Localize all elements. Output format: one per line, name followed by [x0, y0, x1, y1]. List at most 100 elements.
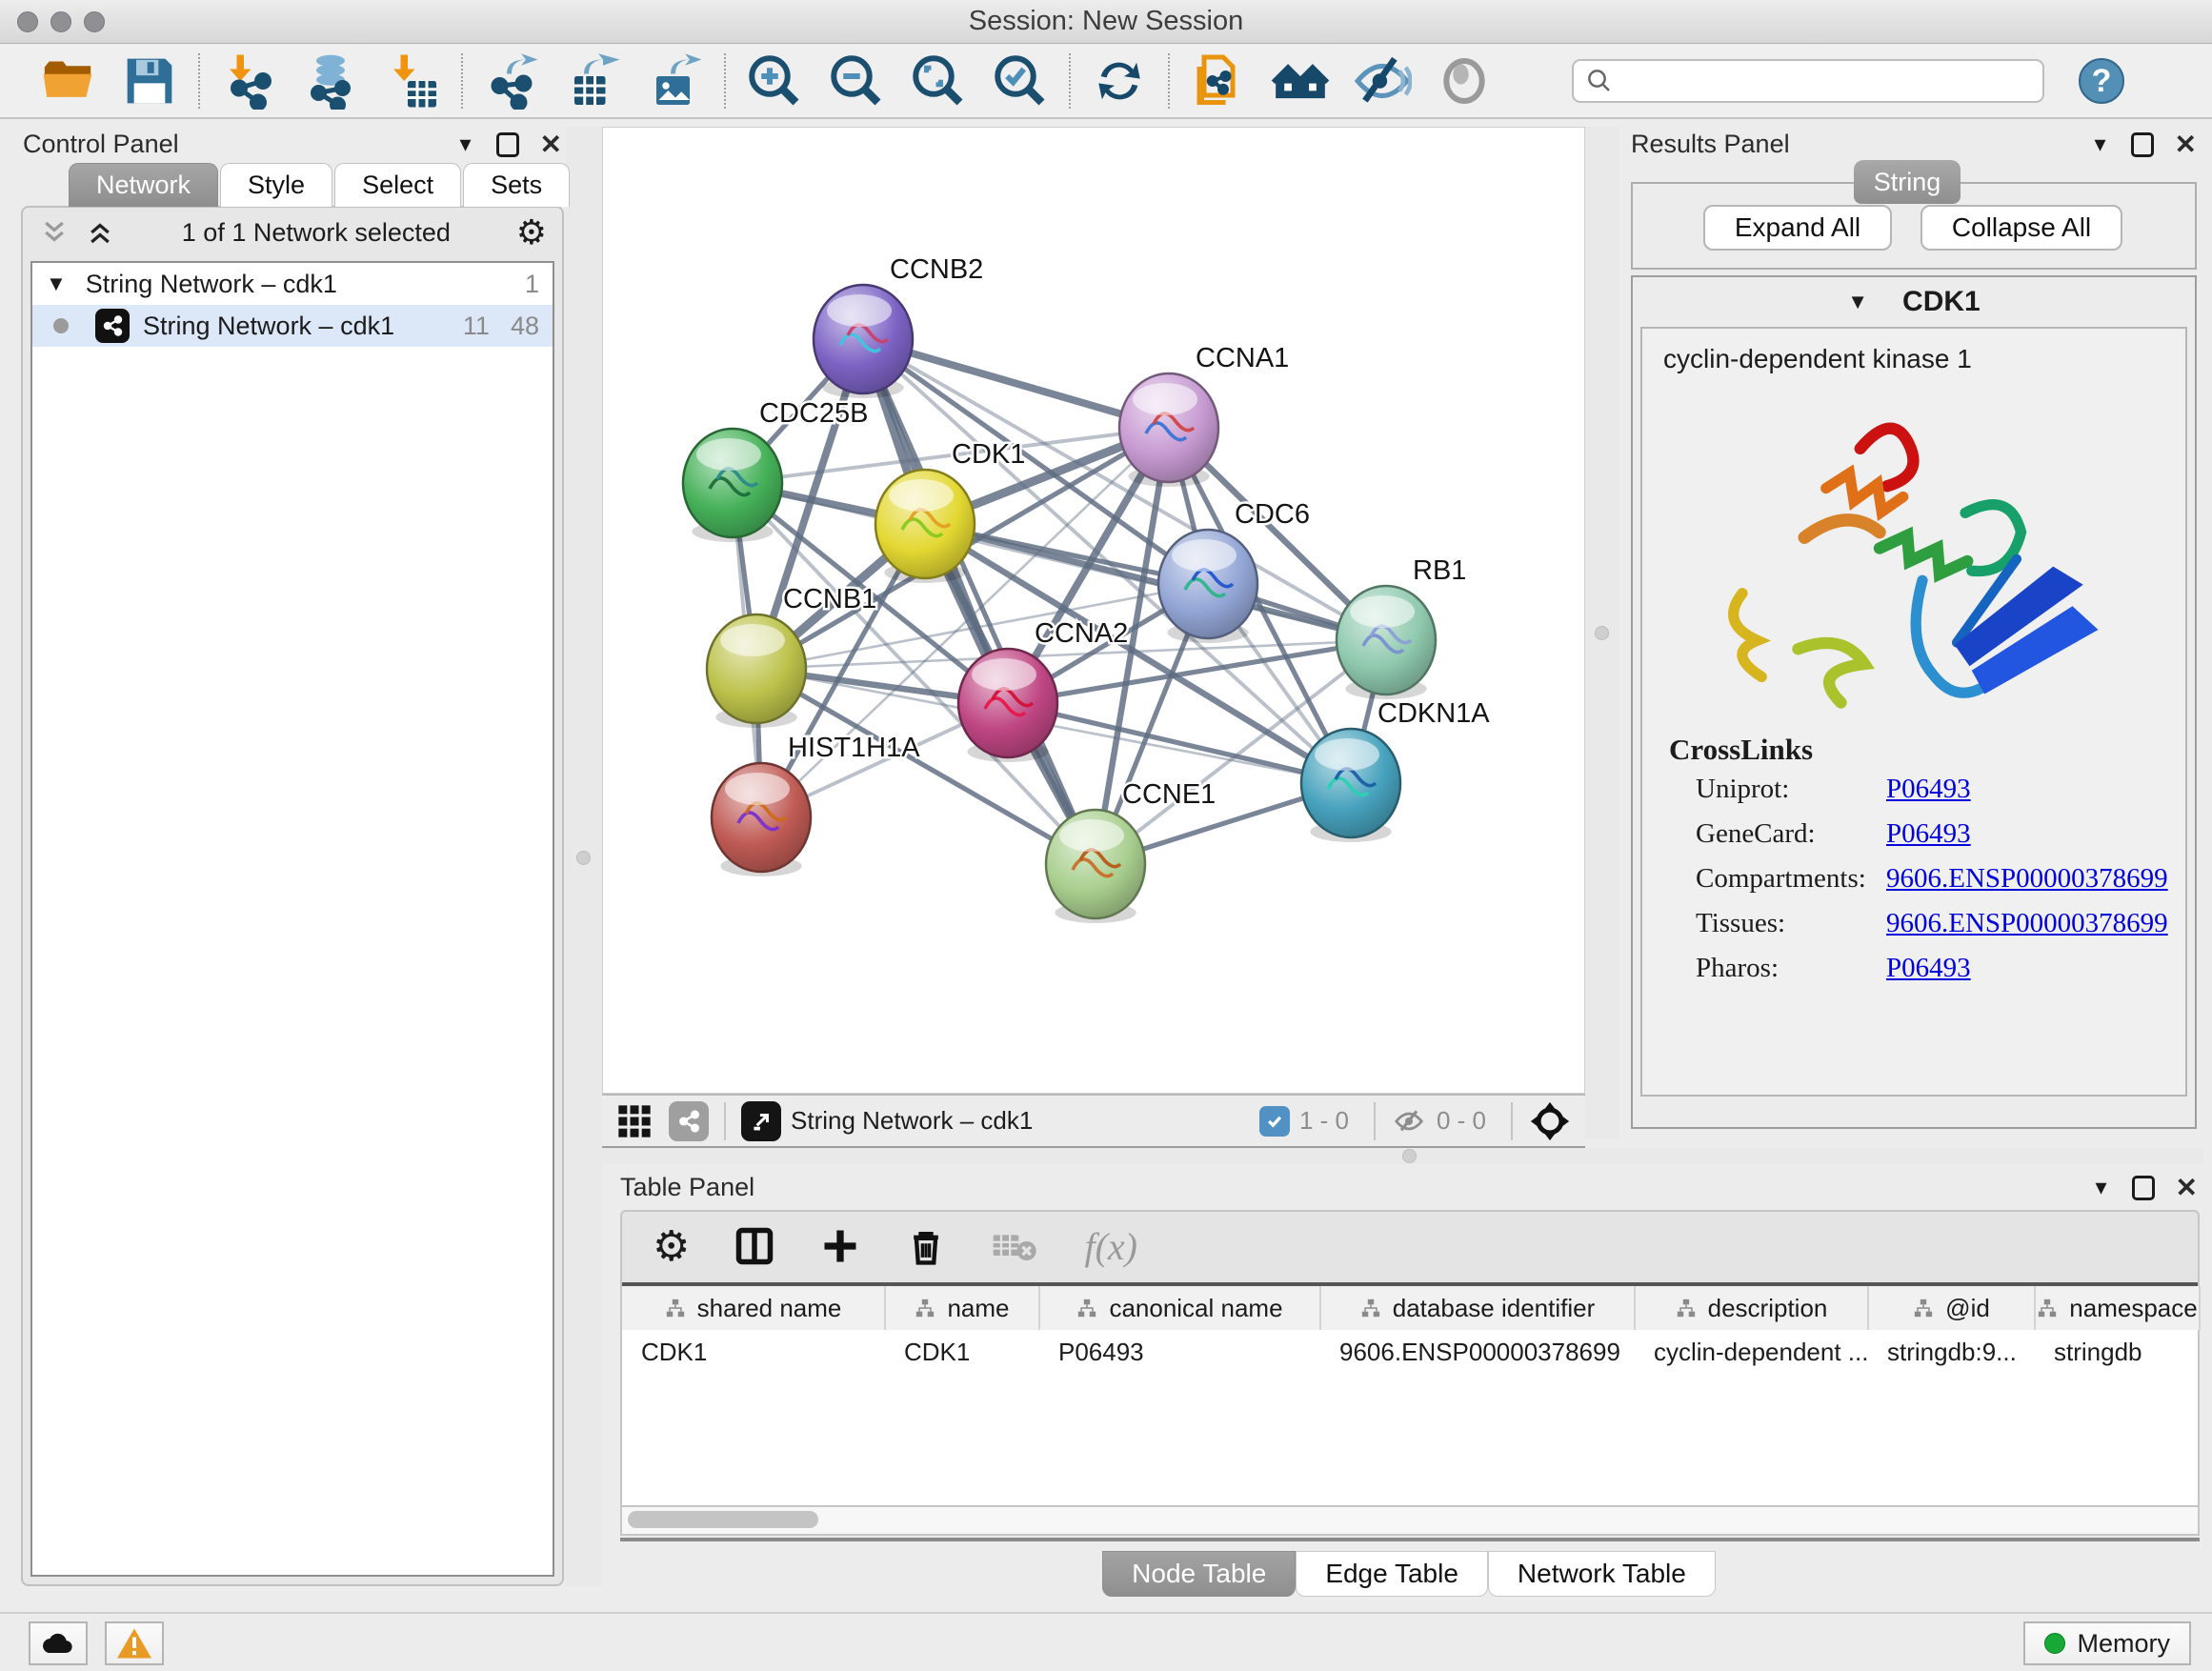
import-database-button[interactable] [290, 51, 372, 111]
splitter-handle[interactable] [576, 851, 591, 865]
tab-string[interactable]: String [1854, 160, 1961, 204]
table-cell[interactable]: 9606.ENSP00000378699 [1320, 1330, 1635, 1374]
tree-expander-icon[interactable]: ▼ [46, 272, 67, 296]
network-node-CCNE1[interactable]: CCNE1 [1046, 779, 1216, 923]
zoom-selected-button[interactable] [979, 51, 1061, 111]
delete-column-icon[interactable] [905, 1225, 947, 1267]
export-image-button[interactable] [634, 51, 716, 111]
table-cell[interactable]: stringdb [2035, 1330, 2200, 1374]
network-options-gear-icon[interactable]: ⚙ [516, 212, 547, 252]
network-node-RB1[interactable]: RB1 [1337, 555, 1466, 699]
table-panel-float-icon[interactable] [2132, 1176, 2155, 1200]
tab-network-table[interactable]: Network Table [1488, 1551, 1716, 1597]
node-label: CDC6 [1235, 499, 1310, 530]
save-session-button[interactable] [109, 51, 191, 111]
clone-network-button[interactable] [1177, 51, 1259, 111]
eye-slash-icon [1353, 51, 1412, 111]
export-table-button[interactable] [553, 51, 634, 111]
cloud-status-button[interactable] [29, 1621, 88, 1665]
network-row[interactable]: String Network – cdk1 11 48 [32, 305, 553, 347]
right-splitter[interactable] [1585, 127, 1619, 1138]
results-panel-close-icon[interactable]: ✕ [2175, 129, 2197, 160]
splitter-handle[interactable] [1595, 626, 1609, 640]
crosslink-link[interactable]: P06493 [1886, 774, 1971, 805]
node-label: CCNA1 [1196, 343, 1289, 373]
search-input[interactable] [1623, 67, 2031, 96]
expand-all-button[interactable]: Expand All [1703, 205, 1892, 251]
column-header-namespace[interactable]: namespace [2035, 1286, 2200, 1330]
show-columns-icon[interactable] [734, 1225, 775, 1267]
help-button[interactable]: ? [2079, 58, 2124, 104]
control-panel-close-icon[interactable]: ✕ [540, 129, 562, 160]
collapse-all-icon[interactable] [38, 218, 70, 247]
crosslink-link[interactable]: 9606.ENSP00000378699 [1886, 863, 2168, 895]
tab-style[interactable]: Style [220, 163, 332, 207]
column-header-@id[interactable]: @id [1868, 1286, 2035, 1330]
control-panel-float-icon[interactable] [496, 132, 519, 157]
tab-network[interactable]: Network [69, 163, 218, 207]
import-table-button[interactable] [372, 51, 453, 111]
birds-eye-toggle-icon[interactable] [1528, 1099, 1572, 1143]
control-panel-collapse-icon[interactable]: ▾ [459, 131, 471, 158]
crosslink-link[interactable]: 9606.ENSP00000378699 [1886, 908, 2168, 939]
crosslink-link[interactable]: P06493 [1886, 818, 1971, 850]
network-node-HIST1H1A[interactable]: HIST1H1A [712, 733, 920, 876]
collapse-all-button[interactable]: Collapse All [1920, 205, 2122, 251]
export-network-button[interactable] [471, 51, 553, 111]
warning-status-button[interactable] [105, 1621, 164, 1665]
column-header-database-identifier[interactable]: database identifier [1320, 1286, 1635, 1330]
table-cell[interactable]: cyclin-dependent ... [1635, 1330, 1868, 1374]
table-cell[interactable]: CDK1 [622, 1330, 885, 1374]
toolbar-search[interactable] [1572, 59, 2044, 103]
horizontal-splitter[interactable] [602, 1148, 2203, 1164]
column-header-description[interactable]: description [1635, 1286, 1868, 1330]
table-cell[interactable]: stringdb:9... [1868, 1330, 2035, 1374]
scrollbar-thumb[interactable] [628, 1511, 818, 1528]
selected-checkbox-icon[interactable] [1259, 1106, 1290, 1137]
column-header-name[interactable]: name [885, 1286, 1039, 1330]
table-hscrollbar[interactable] [620, 1507, 2200, 1536]
tab-sets[interactable]: Sets [463, 163, 570, 207]
network-graph[interactable]: CCNB2CCNA1CDC25BCDK1CDC6RB1CCNB1CCNA2CDK… [603, 128, 1584, 1093]
tab-edge-table[interactable]: Edge Table [1296, 1551, 1488, 1597]
show-hide-graphics-button[interactable] [1423, 51, 1505, 111]
network-node-CCNA1[interactable]: CCNA1 [1119, 343, 1289, 487]
table-cell[interactable]: CDK1 [885, 1330, 1039, 1374]
table-options-gear-icon[interactable]: ⚙ [653, 1222, 690, 1271]
memory-button[interactable]: Memory [2023, 1621, 2191, 1665]
table-panel-collapse-icon[interactable]: ▾ [2095, 1174, 2106, 1201]
section-expander-icon[interactable]: ▼ [1847, 290, 1868, 314]
import-network-button[interactable] [208, 51, 290, 111]
tab-select[interactable]: Select [334, 163, 461, 207]
results-panel-collapse-icon[interactable]: ▾ [2094, 131, 2105, 158]
detach-view-icon[interactable] [741, 1101, 781, 1141]
table-panel-close-icon[interactable]: ✕ [2176, 1172, 2198, 1203]
network-share-view-icon[interactable] [669, 1101, 709, 1141]
tab-node-table[interactable]: Node Table [1102, 1551, 1296, 1597]
network-collection-row[interactable]: ▼ String Network – cdk1 1 [32, 263, 553, 305]
hidden-eye-icon[interactable] [1391, 1106, 1427, 1137]
crosslink-link[interactable]: P06493 [1886, 953, 1971, 984]
show-all-networks-button[interactable] [1259, 51, 1341, 111]
create-column-icon[interactable] [819, 1225, 861, 1267]
node-label: CCNA2 [1035, 618, 1128, 649]
results-panel-float-icon[interactable] [2131, 132, 2154, 157]
expand-all-icon[interactable] [84, 218, 116, 247]
network-view[interactable]: CCNB2CCNA1CDC25BCDK1CDC6RB1CCNB1CCNA2CDK… [602, 127, 1585, 1094]
apply-layout-button[interactable] [1078, 51, 1160, 111]
zoom-in-button[interactable] [734, 51, 815, 111]
zoom-out-button[interactable] [815, 51, 897, 111]
column-header-canonical-name[interactable]: canonical name [1039, 1286, 1320, 1330]
network-node-CCNB2[interactable]: CCNB2 [814, 254, 983, 398]
splitter-handle[interactable] [1402, 1149, 1417, 1163]
table-cell[interactable]: P06493 [1039, 1330, 1320, 1374]
table-row[interactable]: CDK1CDK1P064939606.ENSP00000378699cyclin… [622, 1330, 2200, 1374]
table-tabs: Node Table Edge Table Network Table [614, 1551, 2203, 1597]
network-node-CDKN1A[interactable]: CDKN1A [1301, 698, 1490, 842]
column-header-shared-name[interactable]: shared name [622, 1286, 885, 1330]
grid-view-icon[interactable] [615, 1102, 654, 1140]
hide-annotations-button[interactable] [1341, 51, 1423, 111]
open-session-button[interactable] [27, 51, 109, 111]
left-splitter[interactable] [566, 127, 602, 1586]
zoom-fit-button[interactable] [897, 51, 979, 111]
